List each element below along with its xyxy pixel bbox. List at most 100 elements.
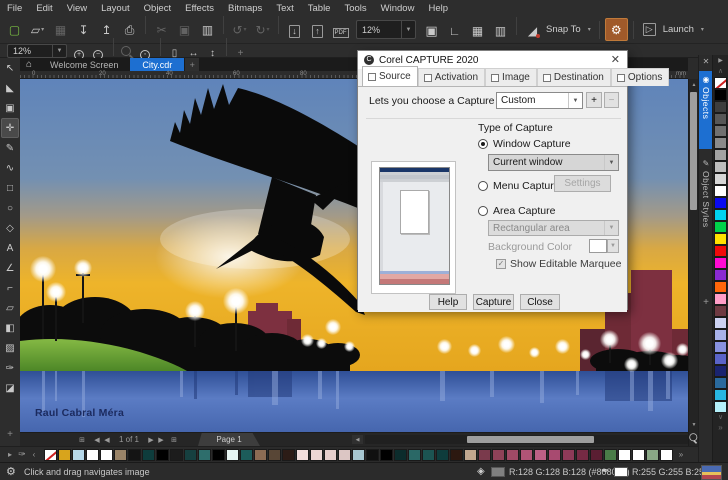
capture-button[interactable]: Capture (473, 294, 514, 310)
transparency-tool[interactable]: ▨ (1, 338, 19, 358)
color-swatch[interactable] (714, 389, 727, 401)
color-swatch[interactable] (114, 449, 127, 461)
chevron-down-icon[interactable]: ▼ (401, 21, 415, 38)
dialog-tab-destination[interactable]: Destination (537, 68, 611, 86)
next-page-icon[interactable]: ▶ (146, 434, 156, 445)
redo-icon[interactable]: ↻▾ (252, 19, 273, 40)
outline-color-swatch[interactable] (614, 467, 628, 477)
horizontal-scrollbar[interactable]: ◀ (365, 435, 688, 444)
color-swatch[interactable] (714, 221, 727, 233)
new-document-icon[interactable]: ▢ (4, 19, 25, 40)
color-swatch[interactable] (394, 449, 407, 461)
show-editable-marquee-label[interactable]: Show Editable Marquee (510, 258, 622, 270)
horizontal-scroll-thumb[interactable] (467, 436, 594, 443)
docker-close-icon[interactable]: ✕ (699, 57, 713, 66)
color-swatch[interactable] (408, 449, 421, 461)
palette-scroll-left-icon[interactable]: ‹ (28, 450, 40, 459)
color-swatch[interactable] (58, 449, 71, 461)
gear-icon[interactable]: ⚙ (6, 465, 16, 478)
last-page-icon[interactable]: ▶ (156, 434, 166, 445)
color-swatch[interactable] (506, 449, 519, 461)
menu-tools[interactable]: Tools (337, 3, 373, 14)
color-swatch[interactable] (714, 173, 727, 185)
eyedropper-tool[interactable]: ✑ (1, 358, 19, 378)
show-editable-marquee-checkbox[interactable]: ✓ (496, 259, 506, 269)
color-swatch[interactable] (72, 449, 85, 461)
snap-toggle-icon[interactable]: ◢ (522, 21, 543, 42)
color-swatch[interactable] (562, 449, 575, 461)
color-swatch[interactable] (436, 449, 449, 461)
background-color-dropdown[interactable]: ▼ (607, 239, 619, 253)
chevron-down-icon[interactable]: ▼ (52, 45, 66, 57)
fill-color-swatch[interactable] (491, 467, 505, 477)
shape-tool[interactable]: ◣ (1, 78, 19, 98)
scroll-left-icon[interactable]: ◀ (352, 435, 363, 444)
close-button[interactable]: Close (520, 294, 560, 310)
remove-preset-button[interactable]: − (604, 92, 619, 108)
menu-edit[interactable]: Edit (29, 3, 59, 14)
add-docker-button[interactable]: + (699, 297, 713, 308)
color-swatch[interactable] (296, 449, 309, 461)
snap-to-caret-icon[interactable]: ▾ (584, 19, 594, 40)
palette-scroll-up-icon[interactable]: ∧ (718, 67, 723, 77)
import-icon[interactable]: ↓ (284, 21, 305, 42)
color-swatch[interactable] (714, 269, 727, 281)
toolbar-zoom-combo[interactable]: 12% ▼ (356, 20, 416, 39)
color-swatch[interactable] (170, 449, 183, 461)
menu-capture-label[interactable]: Menu Capture (493, 180, 560, 192)
color-swatch[interactable] (590, 449, 603, 461)
color-swatch[interactable] (714, 185, 727, 197)
color-swatch[interactable] (714, 209, 727, 221)
window-capture-radio[interactable] (478, 139, 488, 149)
menu-bitmaps[interactable]: Bitmaps (221, 3, 269, 14)
color-swatch[interactable] (534, 449, 547, 461)
color-swatch[interactable] (714, 161, 727, 173)
area-capture-label[interactable]: Area Capture (493, 205, 555, 217)
page-tab[interactable]: Page 1 (198, 433, 260, 446)
color-swatch[interactable] (714, 305, 727, 317)
snap-to-label[interactable]: Snap To (546, 24, 581, 35)
launch-icon[interactable]: ▷ (639, 19, 660, 40)
docker-tab-object-styles[interactable]: ✎ Object Styles (699, 155, 713, 251)
color-swatch[interactable] (632, 449, 645, 461)
dialog-tab-options[interactable]: Options (611, 68, 669, 86)
color-swatch[interactable] (714, 257, 727, 269)
vertical-scrollbar[interactable]: ▲ ▼ (688, 79, 698, 446)
palette-flyout-icon[interactable]: ▶ (718, 55, 723, 67)
first-page-icon[interactable]: ◀ (92, 434, 102, 445)
color-swatch[interactable] (212, 449, 225, 461)
text-tool[interactable]: A (1, 238, 19, 258)
color-swatch[interactable] (520, 449, 533, 461)
color-swatch[interactable] (646, 449, 659, 461)
color-swatch[interactable] (324, 449, 337, 461)
polygon-tool[interactable]: ◇ (1, 218, 19, 238)
close-icon[interactable]: ✕ (611, 53, 620, 66)
menu-object[interactable]: Object (137, 3, 178, 14)
no-fill-swatch[interactable] (44, 449, 57, 461)
area-capture-radio[interactable] (478, 206, 488, 216)
show-rulers-icon[interactable]: ∟ (444, 21, 465, 42)
palette-flyout-icon[interactable]: ▸ (4, 450, 16, 459)
show-grid-icon[interactable]: ▦ (467, 21, 488, 42)
pick-tool[interactable]: ↖ (1, 58, 19, 78)
color-swatch[interactable] (268, 449, 281, 461)
color-swatch[interactable] (714, 281, 727, 293)
color-swatch[interactable] (86, 449, 99, 461)
add-page-icon[interactable]: ⊞ (168, 434, 180, 445)
dialog-tab-source[interactable]: Source (362, 66, 418, 86)
add-tools-button[interactable]: + (1, 424, 19, 444)
color-swatch[interactable] (714, 341, 727, 353)
options-gear-icon[interactable]: ⚙ (605, 18, 628, 41)
window-capture-combo[interactable]: Current window ▼ (488, 154, 619, 171)
color-swatch[interactable] (714, 89, 727, 101)
color-swatch[interactable] (282, 449, 295, 461)
no-fill-swatch[interactable] (714, 77, 727, 89)
color-swatch[interactable] (604, 449, 617, 461)
add-page-icon[interactable]: ⊞ (76, 434, 88, 445)
menu-file[interactable]: File (0, 3, 29, 14)
menu-text[interactable]: Text (269, 3, 300, 14)
color-swatch[interactable] (464, 449, 477, 461)
crop-tool[interactable]: ▣ (1, 98, 19, 118)
menu-window[interactable]: Window (374, 3, 422, 14)
color-swatch[interactable] (184, 449, 197, 461)
